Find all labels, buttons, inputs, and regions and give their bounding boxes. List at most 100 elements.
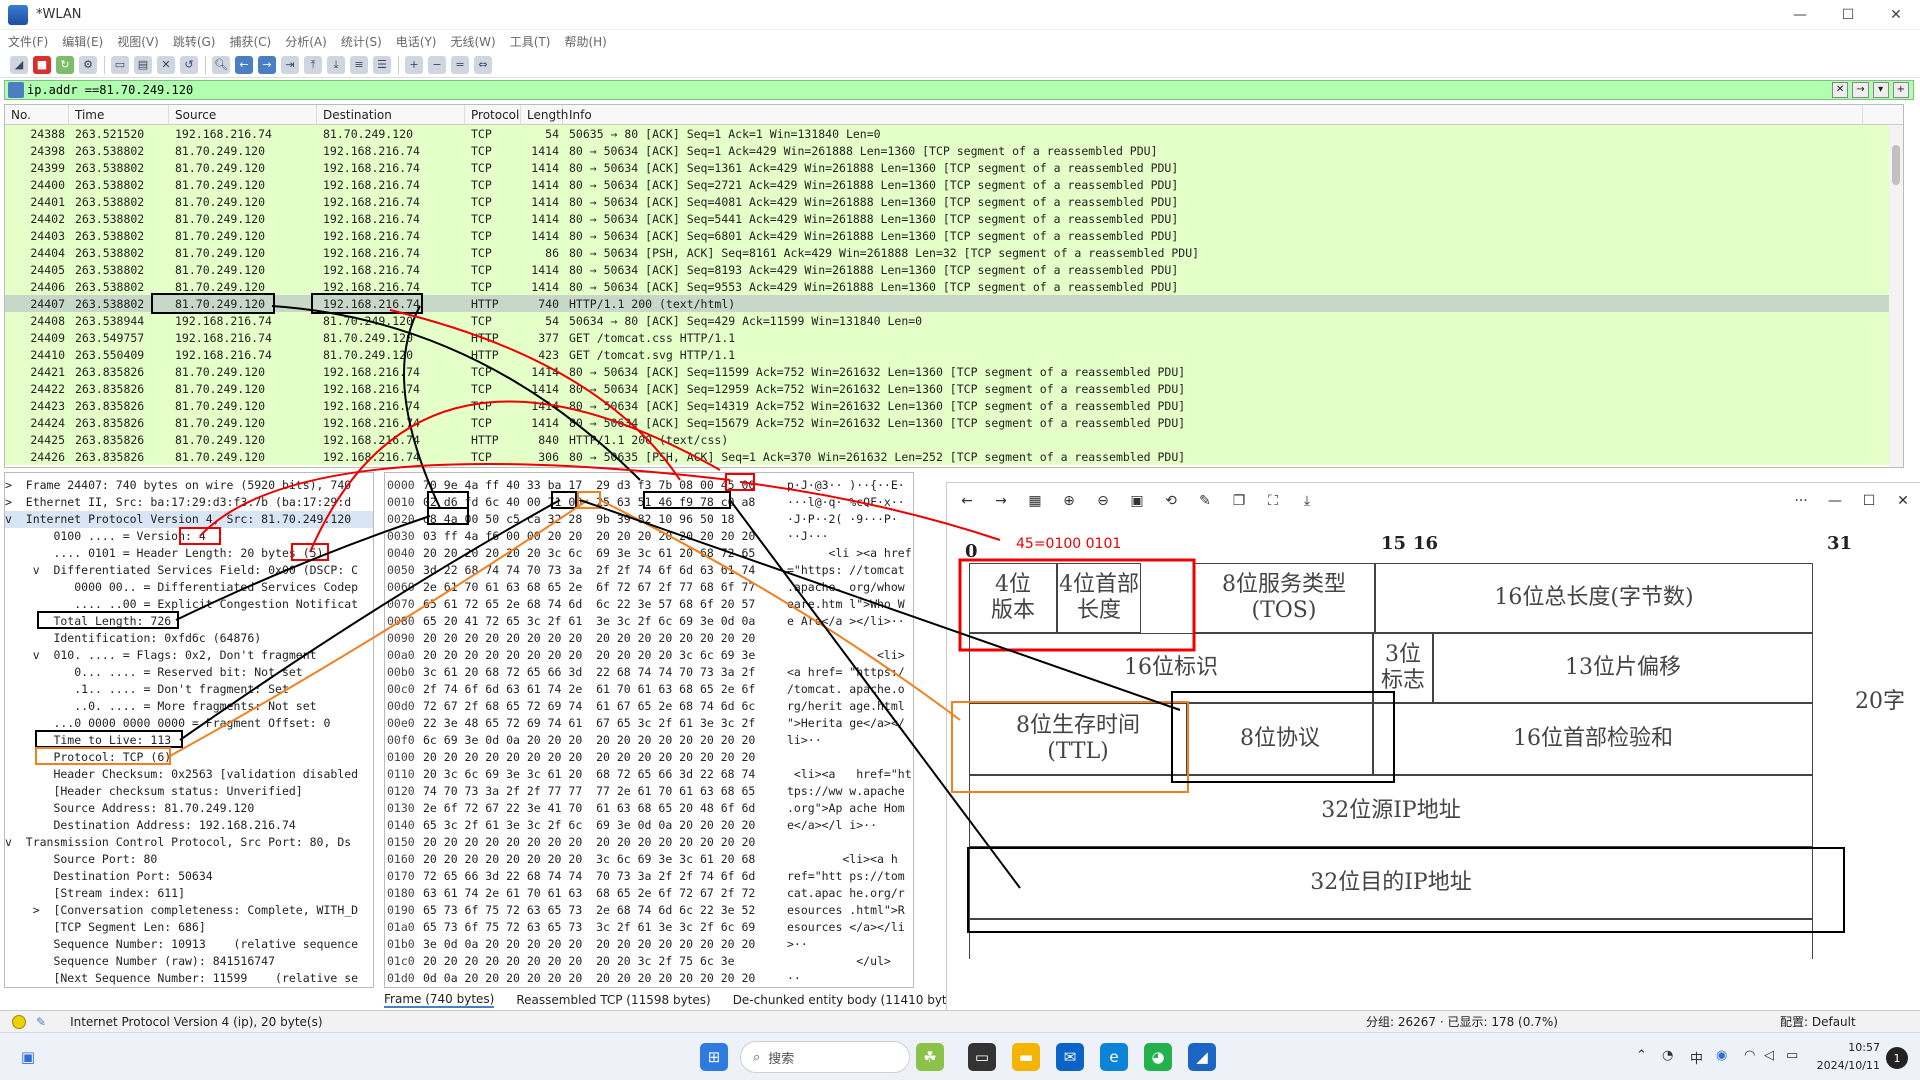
tray-overflow-icon[interactable]: ⌃ — [1636, 1048, 1647, 1063]
packet-row[interactable]: 24423 263.835826 81.70.249.120 192.168.216.… — [5, 397, 1903, 414]
detail-row[interactable]: > Ethernet II, Src: ba:17:29:d3:f3:7b (b… — [5, 494, 373, 511]
detail-row[interactable]: 0... .... = Reserved bit: Not set — [5, 664, 373, 681]
stop-capture-icon[interactable]: ■ — [33, 55, 51, 74]
go-to-packet-icon[interactable]: ⇥ — [281, 55, 299, 74]
zoom-in-icon[interactable]: + — [405, 55, 423, 74]
col-length[interactable]: Length — [521, 105, 568, 125]
packet-row[interactable]: 24421 263.835826 81.70.249.120 192.168.216.… — [5, 363, 1903, 380]
bytes-row[interactable]: 0050 3d 22 68 74 74 70 73 3a 2f 2f 74 6f … — [385, 562, 913, 579]
detail-row[interactable]: [TCP Segment Len: 686] — [5, 919, 373, 936]
bytes-row[interactable]: 0040 20 20 20 20 20 20 3c 6c 69 3e 3c 61 … — [385, 545, 913, 562]
detail-row[interactable]: Total Length: 726 — [5, 613, 373, 630]
packet-list-scrollbar[interactable] — [1889, 125, 1903, 467]
detail-row[interactable]: Source Port: 80 — [5, 851, 373, 868]
wifi-icon[interactable]: ◠ — [1744, 1048, 1755, 1063]
maximize-button[interactable]: ☐ — [1824, 0, 1872, 30]
restart-capture-icon[interactable]: ↻ — [56, 55, 74, 74]
colorize-icon[interactable]: ☰ — [373, 55, 391, 74]
task-view-icon[interactable]: ▭ — [968, 1043, 996, 1071]
bytes-row[interactable]: 0180 63 61 74 2e 61 70 61 63 68 65 2e 6f … — [385, 885, 913, 902]
menu-view[interactable]: 视图(V) — [117, 33, 159, 50]
detail-row[interactable]: Protocol: TCP (6) — [5, 749, 373, 766]
add-filter-button-icon[interactable]: + — [1892, 82, 1909, 98]
packet-row[interactable]: 24410 263.550409 192.168.216.74 81.70.249.1… — [5, 346, 1903, 363]
bytes-row[interactable]: 01c0 20 20 20 20 20 20 20 20 20 20 3c 2f … — [385, 953, 913, 970]
edit-comment-icon[interactable]: ✎ — [36, 1015, 46, 1029]
detail-row[interactable]: Sequence Number (raw): 841516747 — [5, 953, 373, 970]
zoom-out-icon[interactable]: ⊖ — [1093, 491, 1113, 511]
packet-row[interactable]: 24404 263.538802 81.70.249.120 192.168.216.… — [5, 244, 1903, 261]
menu-analyze[interactable]: 分析(A) — [285, 33, 327, 50]
expert-info-icon[interactable] — [12, 1014, 26, 1029]
packet-row[interactable]: 24424 263.835826 81.70.249.120 192.168.216.… — [5, 414, 1903, 431]
detail-row[interactable]: v 010. .... = Flags: 0x2, Don't fragment — [5, 647, 373, 664]
bytes-row[interactable]: 0020 d8 4a 00 50 c5 ca 32 28 9b 39 82 10 … — [385, 511, 913, 528]
packet-row[interactable]: 24425 263.835826 81.70.249.120 192.168.216.… — [5, 431, 1903, 448]
bytes-row[interactable]: 00f0 6c 69 3e 0d 0a 20 20 20 20 20 20 20 … — [385, 732, 913, 749]
menu-edit[interactable]: 编辑(E) — [62, 33, 103, 50]
bytes-row[interactable]: 01d0 0d 0a 20 20 20 20 20 20 20 20 20 20 … — [385, 970, 913, 987]
ime-indicator[interactable]: 中 — [1690, 1048, 1703, 1067]
autoscroll-icon[interactable]: ≡ — [350, 55, 368, 74]
first-packet-icon[interactable]: ⤒ — [304, 55, 322, 74]
bytes-row[interactable]: 0080 65 20 41 72 65 3c 2f 61 3e 3c 2f 6c … — [385, 613, 913, 630]
col-info[interactable]: Info — [563, 105, 1863, 125]
packet-row[interactable]: 24407 263.538802 81.70.249.120 192.168.216.… — [5, 295, 1903, 312]
packet-row[interactable]: 24422 263.835826 81.70.249.120 192.168.216.… — [5, 380, 1903, 397]
more-options-icon[interactable]: ··· — [1784, 493, 1818, 509]
minimize-button[interactable]: — — [1776, 0, 1824, 30]
taskbar-search[interactable]: ⌕ 搜索 — [740, 1041, 910, 1073]
system-clock[interactable]: 10:57 2024/10/11 — [1814, 1039, 1880, 1075]
zoom-in-icon[interactable]: ⊕ — [1059, 491, 1079, 511]
packet-row[interactable]: 24388 263.521520 192.168.216.74 81.70.249.1… — [5, 125, 1903, 142]
close-button[interactable]: ✕ — [1872, 0, 1920, 30]
wechat-icon[interactable]: ◕ — [1144, 1043, 1172, 1071]
menu-help[interactable]: 帮助(H) — [564, 33, 606, 50]
packet-row[interactable]: 24400 263.538802 81.70.249.120 192.168.216.… — [5, 176, 1903, 193]
detail-row[interactable]: .1.. .... = Don't fragment: Set — [5, 681, 373, 698]
wireshark-taskbar-icon[interactable]: ◢ — [1188, 1043, 1216, 1071]
detail-row[interactable]: > [Conversation completeness: Complete, … — [5, 902, 373, 919]
bytes-row[interactable]: 00a0 20 20 20 20 20 20 20 20 20 20 20 20 … — [385, 647, 913, 664]
go-forward-icon[interactable]: → — [258, 55, 276, 74]
zoom-out-icon[interactable]: − — [428, 55, 446, 74]
bytes-row[interactable]: 0120 74 70 73 3a 2f 2f 77 77 77 2e 61 70 … — [385, 783, 913, 800]
back-arrow-icon[interactable]: ← — [957, 491, 977, 511]
bytes-row[interactable]: 0010 02 d6 fd 6c 40 00 71 06 25 63 51 46 … — [385, 494, 913, 511]
edge-browser-icon[interactable]: e — [1100, 1043, 1128, 1071]
volume-icon[interactable]: ◁ — [1764, 1048, 1774, 1063]
bytes-row[interactable]: 0150 20 20 20 20 20 20 20 20 20 20 20 20 … — [385, 834, 913, 851]
detail-row[interactable]: [Stream index: 611] — [5, 885, 373, 902]
edit-icon[interactable]: ✎ — [1195, 491, 1215, 511]
detail-row[interactable]: Identification: 0xfd6c (64876) — [5, 630, 373, 647]
packet-row[interactable]: 24426 263.835826 81.70.249.120 192.168.216.… — [5, 448, 1903, 465]
find-packet-icon[interactable]: 🔍︎ — [212, 55, 230, 74]
packet-row[interactable]: 24399 263.538802 81.70.249.120 192.168.216.… — [5, 159, 1903, 176]
packet-row[interactable]: 24408 263.538944 192.168.216.74 81.70.249.1… — [5, 312, 1903, 329]
detail-row[interactable]: ...0 0000 0000 0000 = Fragment Offset: 0 — [5, 715, 373, 732]
tab-dechunked-body[interactable]: De-chunked entity body (11410 bytes) — [733, 993, 965, 1007]
forward-arrow-icon[interactable]: → — [991, 491, 1011, 511]
save-file-icon[interactable]: ▤ — [134, 55, 152, 74]
col-no[interactable]: No. — [5, 105, 69, 125]
col-time[interactable]: Time — [69, 105, 169, 125]
bytes-row[interactable]: 01e020 20 20 20 20 3c 2f 64 69 76 3e 0d … — [385, 987, 913, 988]
apply-filter-icon[interactable]: → — [1852, 82, 1869, 98]
bytes-row[interactable]: 0110 20 3c 6c 69 3e 3c 61 20 68 72 65 66 … — [385, 766, 913, 783]
bytes-row[interactable]: 0070 65 61 72 65 2e 68 74 6d 6c 22 3e 57 … — [385, 596, 913, 613]
menu-file[interactable]: 文件(F) — [8, 33, 48, 50]
last-packet-icon[interactable]: ⤓ — [327, 55, 345, 74]
packet-row[interactable]: 24402 263.538802 81.70.249.120 192.168.216.… — [5, 210, 1903, 227]
profile-selector[interactable]: 配置: Default — [1780, 1013, 1856, 1030]
bytes-row[interactable]: 0000 70 9e 4a ff 40 33 ba 17 29 d3 f3 7b … — [385, 477, 913, 494]
bytes-row[interactable]: 0160 20 20 20 20 20 20 20 20 3c 6c 69 3e … — [385, 851, 913, 868]
bookmark-icon[interactable] — [8, 82, 24, 98]
resize-columns-icon[interactable]: ⇔ — [474, 55, 492, 74]
detail-row[interactable]: v Differentiated Services Field: 0x00 (D… — [5, 562, 373, 579]
bytes-row[interactable]: 0140 65 3c 2f 61 3e 3c 2f 6c 69 3e 0d 0a … — [385, 817, 913, 834]
detail-row[interactable]: Sequence Number: 10913 (relative sequenc… — [5, 936, 373, 953]
tab-frame[interactable]: Frame (740 bytes) — [384, 992, 495, 1008]
menu-statistics[interactable]: 统计(S) — [341, 33, 382, 50]
bytes-row[interactable]: 01b0 3e 0d 0a 20 20 20 20 20 20 20 20 20 … — [385, 936, 913, 953]
notification-badge[interactable]: 1 — [1886, 1047, 1908, 1069]
